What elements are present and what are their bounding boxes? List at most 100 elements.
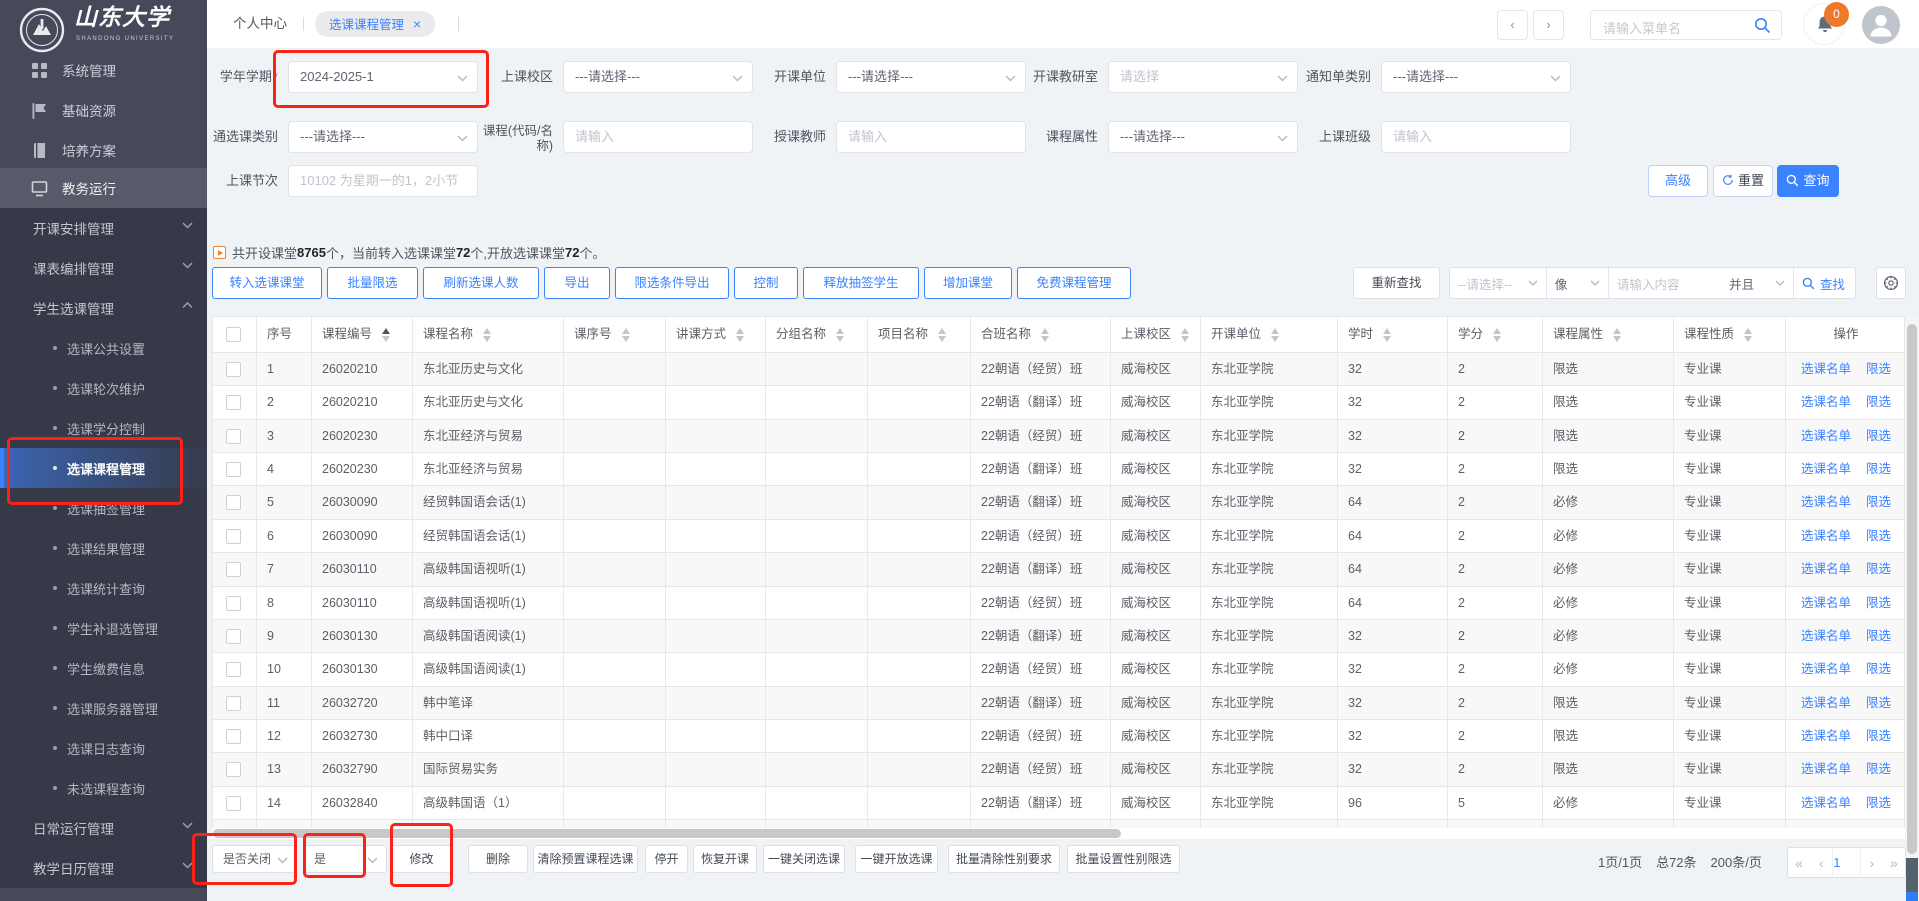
row-checkbox[interactable] — [226, 696, 241, 711]
sidebar-subitem-选课统计查询[interactable]: 选课统计查询 — [0, 568, 207, 608]
link-student-list[interactable]: 选课名单 — [1801, 495, 1851, 509]
filter-input-上课班级[interactable]: 请输入 — [1381, 121, 1571, 153]
link-restrict[interactable]: 限选 — [1866, 429, 1891, 443]
reset-button[interactable]: 重置 — [1713, 165, 1773, 197]
sort-icon[interactable] — [736, 328, 745, 342]
link-student-list[interactable]: 选课名单 — [1801, 762, 1851, 776]
sidebar-subitem-选课学分控制[interactable]: 选课学分控制 — [0, 408, 207, 448]
footer-button-恢复开课[interactable]: 恢复开课 — [693, 845, 757, 873]
column-header-credit[interactable]: 学分 — [1448, 317, 1543, 352]
footer-button-批量设置性别限选[interactable]: 批量设置性别限选 — [1067, 845, 1180, 873]
row-checkbox[interactable] — [226, 495, 241, 510]
column-header-campus[interactable]: 上课校区 — [1111, 317, 1201, 352]
sort-icon[interactable] — [938, 328, 947, 342]
sidebar-subitem-未选课程查询[interactable]: 未选课程查询 — [0, 768, 207, 808]
row-checkbox[interactable] — [226, 729, 241, 744]
column-header-code[interactable]: 课程编号 — [312, 317, 413, 352]
horizontal-scrollbar[interactable] — [212, 828, 1905, 839]
sidebar-subitem-选课轮次维护[interactable]: 选课轮次维护 — [0, 368, 207, 408]
link-student-list[interactable]: 选课名单 — [1801, 395, 1851, 409]
link-restrict[interactable]: 限选 — [1866, 529, 1891, 543]
vscroll-thumb[interactable] — [1907, 324, 1917, 854]
link-student-list[interactable]: 选课名单 — [1801, 462, 1851, 476]
link-student-list[interactable]: 选课名单 — [1801, 662, 1851, 676]
link-restrict[interactable]: 限选 — [1866, 696, 1891, 710]
sidebar-group-教学日历管理[interactable]: 教学日历管理 — [0, 848, 207, 888]
last-page-button[interactable]: » — [1883, 855, 1905, 871]
row-checkbox[interactable] — [226, 596, 241, 611]
sort-icon[interactable] — [1383, 328, 1392, 342]
link-restrict[interactable]: 限选 — [1866, 596, 1891, 610]
sidebar-subitem-选课结果管理[interactable]: 选课结果管理 — [0, 528, 207, 568]
sidebar-group-课表编排管理[interactable]: 课表编排管理 — [0, 248, 207, 288]
toolbar-button-免费课程管理[interactable]: 免费课程管理 — [1017, 267, 1131, 299]
nav-forward-button[interactable]: › — [1533, 10, 1564, 40]
select-all-checkbox[interactable] — [226, 327, 241, 342]
link-student-list[interactable]: 选课名单 — [1801, 596, 1851, 610]
toolbar-button-释放抽签学生[interactable]: 释放抽签学生 — [803, 267, 919, 299]
link-student-list[interactable]: 选课名单 — [1801, 729, 1851, 743]
footer-button-一键关闭选课[interactable]: 一键关闭选课 — [763, 845, 845, 873]
sidebar-group-开课安排管理[interactable]: 开课安排管理 — [0, 208, 207, 248]
yes-select[interactable]: 是 — [303, 845, 387, 873]
next-page-button[interactable]: › — [1861, 855, 1883, 871]
find-field-select[interactable]: --请选择-- — [1450, 268, 1547, 298]
avatar[interactable] — [1862, 6, 1900, 44]
sidebar-subitem-学生补退选管理[interactable]: 学生补退选管理 — [0, 608, 207, 648]
column-header-proj[interactable]: 项目名称 — [868, 317, 971, 352]
toolbar-button-转入选课课堂[interactable]: 转入选课课堂 — [212, 267, 322, 299]
link-student-list[interactable]: 选课名单 — [1801, 796, 1851, 810]
filter-select-通知单类别[interactable]: ---请选择--- — [1381, 61, 1571, 93]
sidebar-group-学生选课管理[interactable]: 学生选课管理 — [0, 288, 207, 328]
column-header-attr[interactable]: 课程属性 — [1543, 317, 1674, 352]
prev-page-button[interactable]: ‹ — [1810, 855, 1832, 871]
link-restrict[interactable]: 限选 — [1866, 362, 1891, 376]
find-operator-select[interactable]: 像 — [1547, 268, 1609, 298]
filter-select-通选课类别[interactable]: ---请选择--- — [288, 121, 478, 153]
toolbar-button-刷新选课人数[interactable]: 刷新选课人数 — [423, 267, 539, 299]
tab-personal-center[interactable]: 个人中心 — [233, 0, 287, 48]
tab-close-icon[interactable]: × — [413, 16, 421, 32]
link-restrict[interactable]: 限选 — [1866, 562, 1891, 576]
find-logic-select[interactable]: 并且 — [1721, 268, 1794, 298]
find-content-input[interactable]: 请输入内容 — [1609, 268, 1721, 298]
sort-icon[interactable] — [483, 328, 492, 342]
sidebar-subitem-选课课程管理[interactable]: 选课课程管理 — [0, 448, 207, 488]
sidebar-group-日常运行管理[interactable]: 日常运行管理 — [0, 808, 207, 848]
sidebar-subitem-选课公共设置[interactable]: 选课公共设置 — [0, 328, 207, 368]
toolbar-button-控制[interactable]: 控制 — [734, 267, 798, 299]
row-checkbox[interactable] — [226, 462, 241, 477]
row-checkbox[interactable] — [226, 796, 241, 811]
sidebar-subitem-学生缴费信息[interactable]: 学生缴费信息 — [0, 648, 207, 688]
sidebar-subitem-选课服务器管理[interactable]: 选课服务器管理 — [0, 688, 207, 728]
footer-button-一键开放选课[interactable]: 一键开放选课 — [855, 845, 938, 873]
link-restrict[interactable]: 限选 — [1866, 662, 1891, 676]
link-student-list[interactable]: 选课名单 — [1801, 629, 1851, 643]
link-restrict[interactable]: 限选 — [1866, 729, 1891, 743]
column-header-unit[interactable]: 开课单位 — [1201, 317, 1338, 352]
footer-button-停开[interactable]: 停开 — [645, 845, 688, 873]
sort-icon[interactable] — [836, 328, 845, 342]
link-student-list[interactable]: 选课名单 — [1801, 696, 1851, 710]
row-checkbox[interactable] — [226, 362, 241, 377]
link-student-list[interactable]: 选课名单 — [1801, 562, 1851, 576]
link-restrict[interactable]: 限选 — [1866, 495, 1891, 509]
sort-icon[interactable] — [622, 328, 631, 342]
row-checkbox[interactable] — [226, 662, 241, 677]
toolbar-button-批量限选[interactable]: 批量限选 — [327, 267, 418, 299]
footer-button-清除预置课程选课[interactable]: 清除预置课程选课 — [533, 845, 638, 873]
column-header-name[interactable]: 课程名称 — [413, 317, 564, 352]
link-restrict[interactable]: 限选 — [1866, 762, 1891, 776]
toolbar-button-增加课堂[interactable]: 增加课堂 — [924, 267, 1012, 299]
toolbar-button-限选条件导出[interactable]: 限选条件导出 — [615, 267, 729, 299]
link-restrict[interactable]: 限选 — [1866, 629, 1891, 643]
link-restrict[interactable]: 限选 — [1866, 395, 1891, 409]
row-checkbox[interactable] — [226, 529, 241, 544]
column-header-grp[interactable]: 分组名称 — [766, 317, 868, 352]
refind-button[interactable]: 重新查找 — [1353, 267, 1440, 299]
column-header-no[interactable]: 序号 — [257, 317, 312, 352]
column-header-seq[interactable]: 课序号 — [564, 317, 666, 352]
first-page-button[interactable]: « — [1788, 855, 1810, 871]
search-icon[interactable] — [1754, 17, 1771, 34]
sidebar-subitem-选课日志查询[interactable]: 选课日志查询 — [0, 728, 207, 768]
